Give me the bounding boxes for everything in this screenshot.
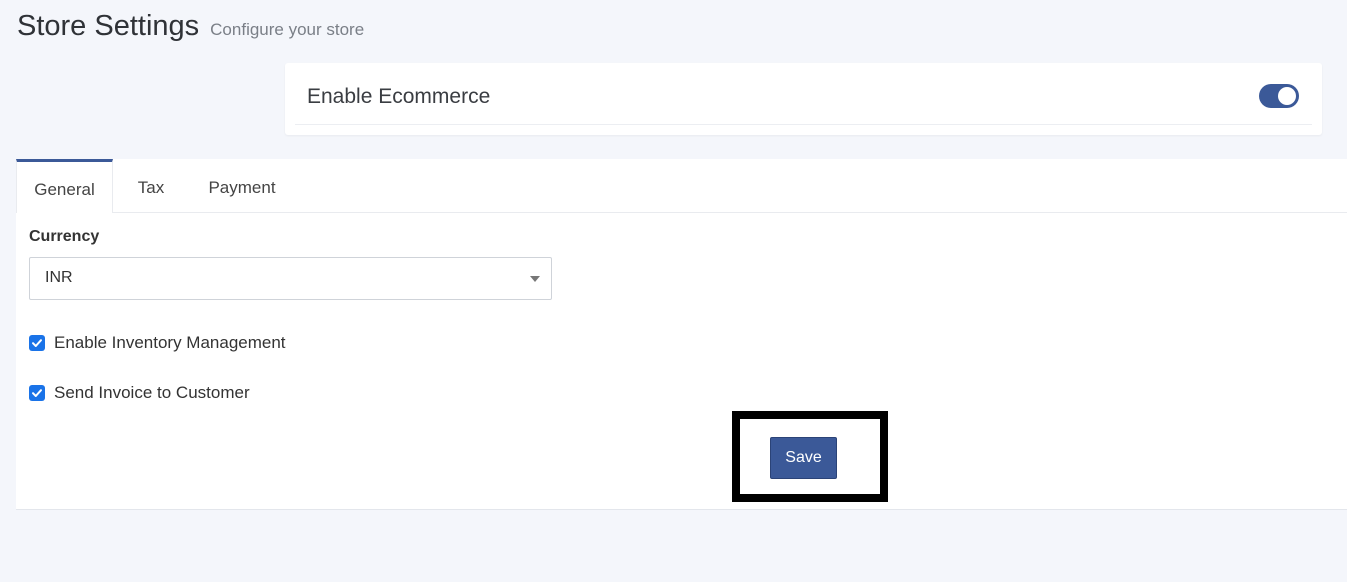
page-header: Store Settings Configure your store bbox=[17, 10, 364, 43]
ecommerce-card: Enable Ecommerce bbox=[285, 63, 1322, 135]
settings-card: General Tax Payment Currency INR Enable … bbox=[16, 159, 1347, 510]
invoice-checkbox[interactable] bbox=[29, 385, 45, 401]
currency-select[interactable]: INR bbox=[29, 257, 552, 300]
caret-down-icon bbox=[530, 276, 540, 282]
tab-payment[interactable]: Payment bbox=[205, 159, 279, 212]
toggle-knob bbox=[1278, 87, 1296, 105]
invoice-label: Send Invoice to Customer bbox=[54, 383, 250, 402]
tab-bar: General Tax Payment bbox=[16, 159, 1347, 213]
checkmark-icon bbox=[32, 339, 42, 347]
inventory-label: Enable Inventory Management bbox=[54, 333, 286, 352]
invoice-option[interactable]: Send Invoice to Customer bbox=[29, 383, 250, 403]
save-button[interactable]: Save bbox=[770, 437, 837, 479]
divider bbox=[295, 124, 1312, 125]
ecommerce-label: Enable Ecommerce bbox=[307, 85, 491, 108]
ecommerce-toggle[interactable] bbox=[1259, 84, 1299, 108]
inventory-option[interactable]: Enable Inventory Management bbox=[29, 333, 286, 353]
tab-general[interactable]: General bbox=[16, 159, 113, 213]
checkmark-icon bbox=[32, 389, 42, 397]
currency-label: Currency bbox=[29, 228, 100, 245]
tab-tax[interactable]: Tax bbox=[131, 159, 171, 212]
inventory-checkbox[interactable] bbox=[29, 335, 45, 351]
currency-value: INR bbox=[45, 269, 73, 286]
page-title: Store Settings bbox=[17, 10, 200, 42]
page-subtitle: Configure your store bbox=[210, 20, 365, 39]
